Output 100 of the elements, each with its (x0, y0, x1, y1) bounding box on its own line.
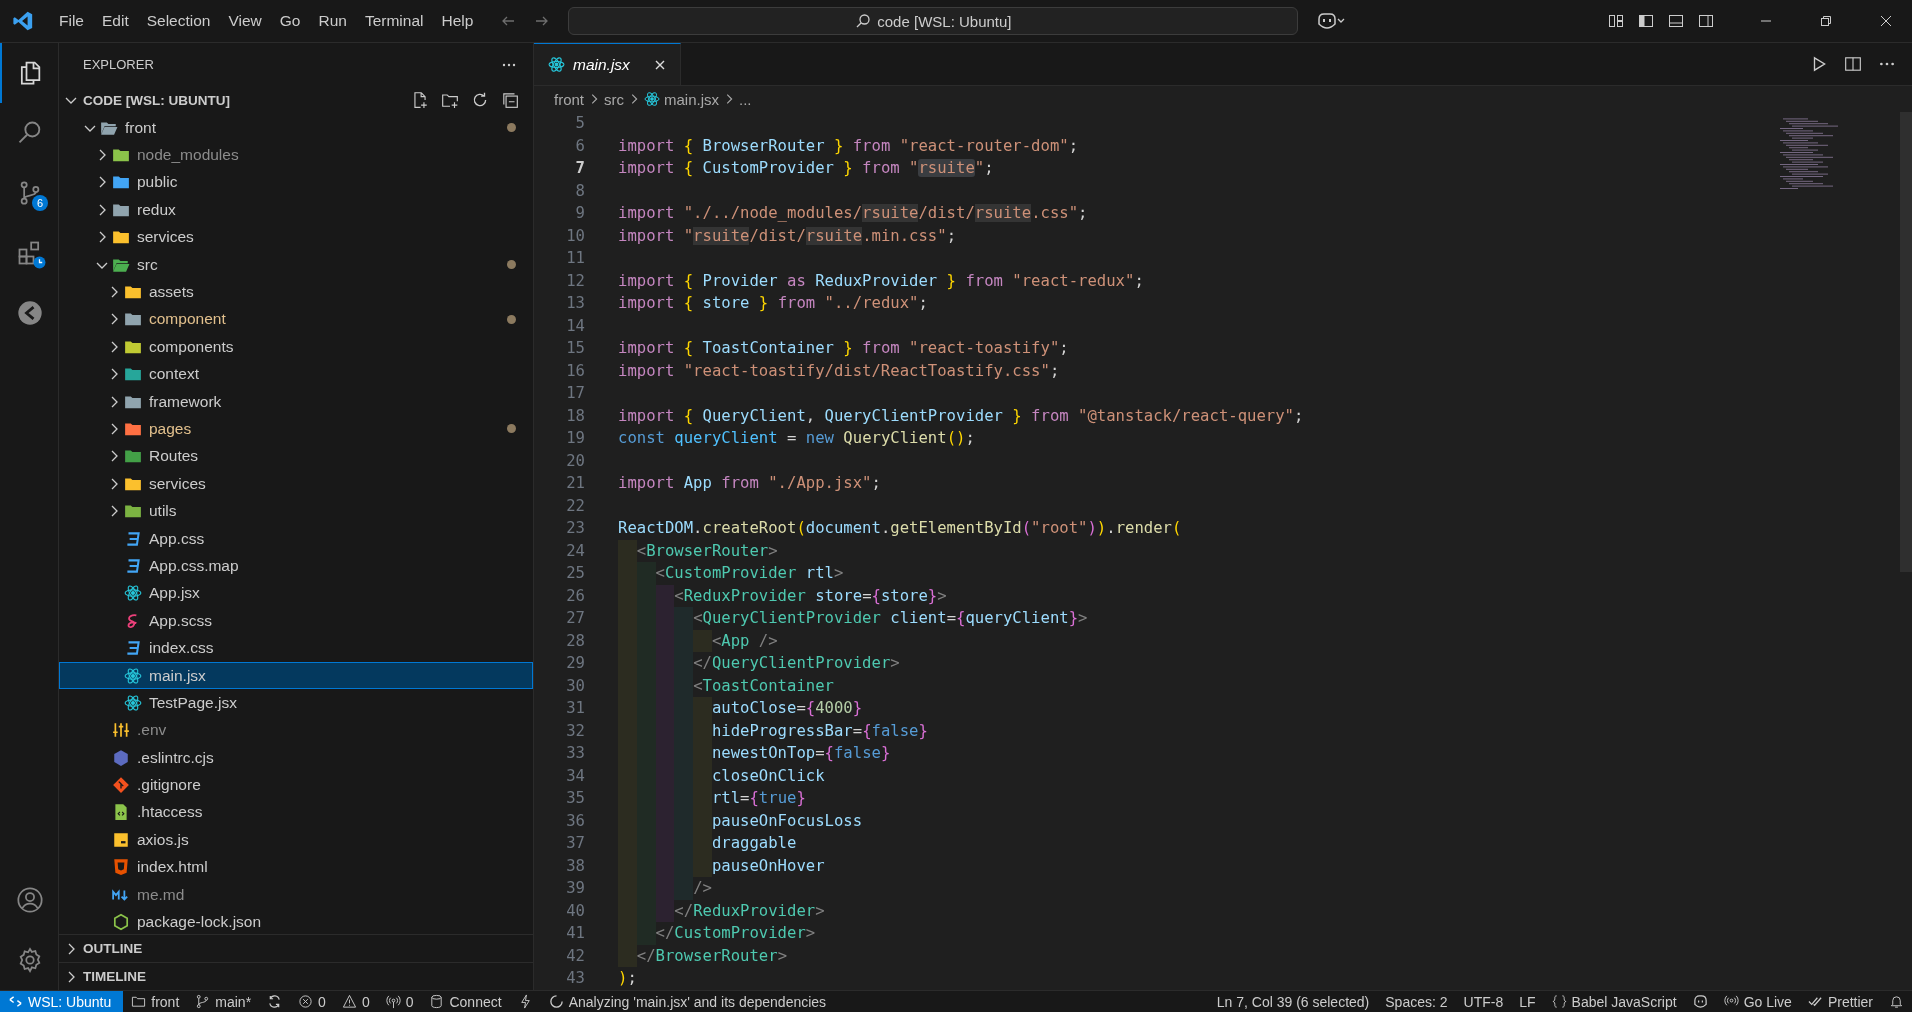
split-editor-icon[interactable] (1844, 55, 1862, 73)
tree-item[interactable]: .gitignore (59, 771, 533, 799)
status-item[interactable]: WSL: Ubuntu (0, 991, 124, 1012)
breadcrumb-item[interactable]: ... (739, 90, 752, 108)
menu-item[interactable]: Help (432, 8, 483, 34)
status-item[interactable]: LF (1511, 991, 1544, 1012)
line-number: 36 (565, 811, 586, 830)
line-number: 42 (565, 946, 586, 965)
tree-item[interactable]: .eslintrc.cjs (59, 744, 533, 772)
tree-item[interactable]: .env (59, 716, 533, 744)
remote-icon (8, 994, 23, 1009)
secondary-sidebar-icon[interactable] (1698, 13, 1714, 29)
tree-item[interactable]: services (59, 470, 533, 498)
panel-toggle-icon[interactable] (1668, 13, 1684, 29)
hexagon-icon (112, 748, 130, 767)
new-folder-icon[interactable] (441, 91, 459, 109)
tree-item[interactable]: axios.js (59, 826, 533, 854)
menu-item[interactable]: File (50, 8, 93, 34)
status-item[interactable]: Babel JavaScript (1543, 991, 1685, 1012)
app-logo-icon (12, 10, 34, 32)
tree-item[interactable]: public (59, 168, 533, 197)
file-name: App.css.map (149, 556, 239, 575)
menu-item[interactable]: Selection (137, 8, 220, 34)
status-item[interactable]: 0 (333, 991, 378, 1012)
status-item[interactable]: Connect (421, 991, 510, 1012)
breadcrumb-item[interactable]: front (554, 90, 584, 108)
file-name: assets (149, 283, 194, 302)
line-number: 9 (574, 204, 586, 223)
tree-item[interactable]: App.jsx (59, 579, 533, 608)
code-line: <BrowserRouter> (618, 539, 778, 562)
tree-item[interactable]: index.css (59, 634, 533, 662)
tree-item[interactable]: context (59, 360, 533, 388)
tree-item[interactable]: index.html (59, 853, 533, 881)
account-icon[interactable] (16, 886, 44, 914)
diamond-icon (112, 776, 130, 795)
line-number: 31 (565, 699, 586, 718)
sidebar-toggle-icon[interactable] (1638, 13, 1654, 29)
menu-item[interactable]: Run (309, 8, 356, 34)
tree-item[interactable]: node_modules (59, 141, 533, 169)
tree-item[interactable]: .htaccess (59, 798, 533, 827)
status-item[interactable]: Prettier (1799, 991, 1881, 1012)
menu-item[interactable]: View (219, 8, 271, 34)
line-number: 6 (574, 136, 586, 155)
bell-icon (1889, 994, 1904, 1009)
tree-item[interactable]: main.jsx (59, 661, 533, 690)
breadcrumb-item[interactable]: src (604, 90, 624, 108)
status-item[interactable]: Ln 7, Col 39 (6 selected) (1208, 991, 1378, 1012)
tree-item[interactable]: TestPage.jsx (59, 689, 533, 717)
status-item[interactable]: front (123, 991, 188, 1012)
close-icon[interactable] (1878, 13, 1894, 29)
status-item[interactable]: main* (187, 991, 260, 1012)
status-item[interactable]: Spaces: 2 (1377, 991, 1456, 1012)
menu-item[interactable]: Edit (93, 8, 138, 34)
tree-item[interactable]: src (59, 250, 533, 279)
tree-item[interactable]: App.scss (59, 607, 533, 635)
status-item[interactable]: Go Live (1715, 991, 1800, 1012)
css-file-icon (124, 529, 142, 548)
line-number: 27 (565, 609, 586, 628)
restore-icon[interactable] (1818, 13, 1834, 29)
section-header[interactable]: CODE [WSL: UBUNTU] (59, 86, 533, 114)
breadcrumb-item[interactable]: main.jsx (644, 90, 720, 108)
tree-item[interactable]: Routes (59, 442, 533, 471)
tree-item[interactable]: front (59, 114, 533, 142)
menu-item[interactable]: Terminal (355, 8, 433, 34)
tree-item[interactable]: services (59, 223, 533, 251)
editor-tab[interactable]: main.jsx (534, 43, 681, 85)
code-line: <ReduxProvider store={store}> (618, 584, 947, 607)
tree-item[interactable]: assets (59, 278, 533, 306)
code-line: import { ToastContainer } from "react-toastify"; (618, 338, 1069, 360)
atom-icon (124, 584, 142, 603)
status-item[interactable]: UTF-8 (1455, 991, 1512, 1012)
tree-item[interactable]: pages (59, 415, 533, 443)
file-name: .gitignore (137, 776, 201, 795)
folder-icon (131, 994, 147, 1009)
file-name: services (149, 474, 206, 493)
tree-item[interactable]: components (59, 333, 533, 361)
collapse-all-icon[interactable] (501, 91, 519, 109)
command-center[interactable]: code [WSL: Ubuntu] (568, 7, 1299, 35)
file-name: public (137, 173, 178, 192)
code-line: rtl={true} (618, 787, 806, 810)
status-item[interactable]: 0 (290, 991, 334, 1012)
tree-item[interactable]: package-lock.json (59, 908, 533, 936)
tree-item[interactable]: utils (59, 497, 533, 525)
refresh-icon[interactable] (471, 91, 489, 109)
tree-item[interactable]: me.md (59, 880, 533, 909)
tree-item[interactable]: component (59, 305, 533, 334)
tree-item[interactable]: redux (59, 196, 533, 224)
tree-item[interactable]: App.css (59, 524, 533, 553)
robot-icon[interactable] (1316, 12, 1347, 30)
code-line: import "react-toastify/dist/ReactToastify.css"; (618, 360, 1060, 382)
layout-icon[interactable] (1608, 13, 1624, 29)
new-file-icon[interactable] (411, 91, 429, 109)
status-item[interactable]: Analyzing 'main.jsx' and its dependencies (540, 991, 835, 1012)
activity-bar-item[interactable]: 6 (0, 163, 58, 223)
section-header[interactable]: OUTLINE (59, 934, 533, 962)
tree-item[interactable]: App.css.map (59, 552, 533, 580)
line-number: 29 (565, 654, 586, 673)
tree-item[interactable]: framework (59, 387, 533, 416)
status-item[interactable]: 0 (377, 991, 422, 1012)
menu-item[interactable]: Go (270, 8, 310, 34)
